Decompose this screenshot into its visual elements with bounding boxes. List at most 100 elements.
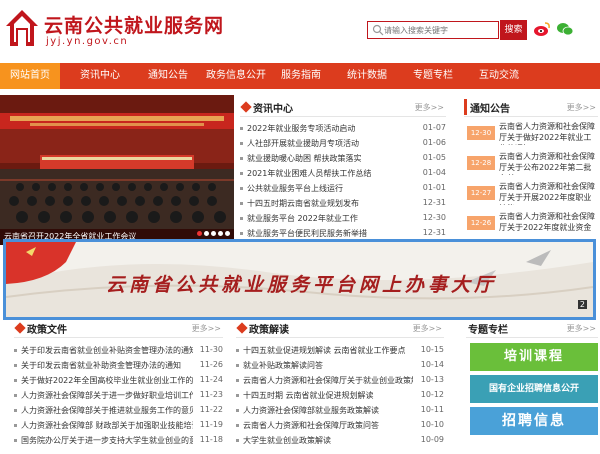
nav-item-guide[interactable]: 服务指南 bbox=[270, 63, 332, 89]
list-item-title[interactable]: 就业服务平台便民利民服务新举措 bbox=[247, 228, 412, 239]
notice-title[interactable]: 云南省人力资源和社会保障厅关于公布2022年第二批名单 bbox=[499, 151, 597, 175]
list-item[interactable]: 大学生就业创业政策解读 10-09 bbox=[236, 434, 444, 447]
news-more-link[interactable]: 更多>> bbox=[415, 102, 444, 113]
list-item-title[interactable]: 国务院办公厅关于进一步支持大学生就业创业的意见 bbox=[21, 435, 193, 446]
list-item-title[interactable]: 人力资源社会保障部就业服务政策解读 bbox=[243, 405, 413, 416]
online-service-banner[interactable]: 云南省公共就业服务平台网上办事大厅 2 bbox=[3, 239, 596, 320]
list-item-title[interactable]: 2021年就业困难人员帮扶工作总结 bbox=[247, 168, 412, 179]
list-item-date: 10-14 bbox=[420, 360, 444, 369]
list-item[interactable]: 人力资源社会保障部关于进一步做好职业培训工作 11-23 bbox=[14, 389, 223, 402]
list-item[interactable]: 就业援助暖心助困 帮扶政策落实 01-05 bbox=[240, 152, 446, 165]
notice-item[interactable]: 12-28 云南省人力资源和社会保障厅关于公布2022年第二批名单 bbox=[467, 150, 598, 180]
banner-page-number[interactable]: 2 bbox=[577, 300, 587, 309]
site-logo-icon[interactable] bbox=[4, 8, 40, 48]
list-item[interactable]: 关于做好2022年全国高校毕业生就业创业工作的通知 11-24 bbox=[14, 374, 223, 387]
list-item[interactable]: 人社部开展就业援助月专项活动 01-06 bbox=[240, 137, 446, 150]
list-item[interactable]: 就业补贴政策解读问答 10-14 bbox=[236, 359, 444, 372]
nav-item-gov-info[interactable]: 政务信息公开 bbox=[202, 63, 270, 89]
list-item-title[interactable]: 就业服务平台 2022年就业工作 bbox=[247, 213, 412, 224]
list-item[interactable]: 十四五时期 云南省就业促进规划解读 10-12 bbox=[236, 389, 444, 402]
policy-docs-more-link[interactable]: 更多>> bbox=[192, 323, 221, 334]
list-item[interactable]: 就业服务平台 2022年就业工作 12-30 bbox=[240, 212, 446, 225]
nav-item-notices[interactable]: 通知公告 bbox=[134, 63, 202, 89]
list-item[interactable]: 国务院办公厅关于进一步支持大学生就业创业的意见 11-18 bbox=[14, 434, 223, 447]
banner-title[interactable]: 云南省公共就业服务平台网上办事大厅 bbox=[106, 270, 497, 297]
list-item-title[interactable]: 人社部开展就业援助月专项活动 bbox=[247, 138, 412, 149]
list-item-title[interactable]: 人力资源社会保障部关于进一步做好职业培训工作 bbox=[21, 390, 193, 401]
search-input[interactable] bbox=[384, 23, 496, 37]
slide-dot[interactable] bbox=[204, 231, 209, 236]
list-item[interactable]: 人力资源社会保障部 财政部关于加强职业技能培训 11-19 bbox=[14, 419, 223, 432]
list-item[interactable]: 十四五时期云南省就业规划发布 12-31 bbox=[240, 197, 446, 210]
weibo-icon[interactable] bbox=[533, 20, 551, 38]
wechat-icon[interactable] bbox=[556, 20, 574, 38]
news-section-header: 资讯中心 更多>> bbox=[240, 99, 446, 117]
bullet-icon bbox=[236, 424, 239, 427]
bullet-icon bbox=[14, 424, 17, 427]
list-item[interactable]: 人力资源社会保障部关于推进就业服务工作的意见 11-22 bbox=[14, 404, 223, 417]
topics-more-link[interactable]: 更多>> bbox=[567, 323, 596, 334]
site-title[interactable]: 云南公共就业服务网 bbox=[44, 11, 224, 38]
list-item-title[interactable]: 人力资源社会保障部关于推进就业服务工作的意见 bbox=[21, 405, 193, 416]
list-item-date: 01-05 bbox=[422, 153, 446, 162]
notice-date: 12-28 bbox=[467, 156, 495, 170]
nav-item-interaction[interactable]: 互动交流 bbox=[466, 63, 532, 89]
list-item-title[interactable]: 公共就业服务平台上线运行 bbox=[247, 183, 412, 194]
slide-dot[interactable] bbox=[197, 231, 202, 236]
bullet-icon bbox=[240, 187, 243, 190]
topic-training-courses[interactable]: 培训课程 bbox=[470, 343, 598, 371]
slide-dot[interactable] bbox=[225, 231, 230, 236]
list-item-title[interactable]: 就业补贴政策解读问答 bbox=[243, 360, 413, 371]
search-box bbox=[367, 21, 499, 39]
list-item[interactable]: 关于印发云南省就业补助资金管理办法的通知 11-26 bbox=[14, 359, 223, 372]
list-item-title[interactable]: 云南省人力资源和社会保障厅关于就业创业政策解读 bbox=[243, 375, 413, 386]
nav-item-home[interactable]: 网站首页 bbox=[0, 63, 60, 89]
policy-docs-title: 政策文件 bbox=[27, 325, 67, 336]
notices-section-title: 通知公告 bbox=[470, 104, 510, 115]
list-item[interactable]: 2021年就业困难人员帮扶工作总结 01-04 bbox=[240, 167, 446, 180]
notice-title[interactable]: 云南省人力资源和社会保障厅关于2022年度就业资金 bbox=[499, 211, 597, 235]
list-item[interactable]: 人力资源社会保障部就业服务政策解读 10-11 bbox=[236, 404, 444, 417]
list-item-date: 10-13 bbox=[420, 375, 444, 384]
list-item[interactable]: 云南省人力资源和社会保障厅关于就业创业政策解读 10-13 bbox=[236, 374, 444, 387]
bullet-icon bbox=[236, 439, 239, 442]
notice-title[interactable]: 云南省人力资源和社会保障厅关于做好2022年就业工作的通知 bbox=[499, 121, 597, 145]
list-item-date: 01-01 bbox=[422, 183, 446, 192]
list-item-title[interactable]: 十四五时期云南省就业规划发布 bbox=[247, 198, 412, 209]
list-item-title[interactable]: 十四五时期 云南省就业促进规划解读 bbox=[243, 390, 413, 401]
bullet-icon bbox=[240, 127, 243, 130]
notice-title[interactable]: 云南省人力资源和社会保障厅关于开展2022年度职业技能 bbox=[499, 181, 597, 205]
list-item-title[interactable]: 就业援助暖心助困 帮扶政策落实 bbox=[247, 153, 412, 164]
list-item-title[interactable]: 关于印发云南省就业补助资金管理办法的通知 bbox=[21, 360, 193, 371]
nav-item-topics[interactable]: 专题专栏 bbox=[400, 63, 466, 89]
list-item-title[interactable]: 云南省人力资源和社会保障厅政策问答 bbox=[243, 420, 413, 431]
list-item-title[interactable]: 2022年就业服务专项活动启动 bbox=[247, 123, 412, 134]
list-item[interactable]: 云南省人力资源和社会保障厅政策问答 10-10 bbox=[236, 419, 444, 432]
news-list: 2022年就业服务专项活动启动 01-07 人社部开展就业援助月专项活动 01-06… bbox=[240, 122, 446, 242]
policy-reading-more-link[interactable]: 更多>> bbox=[413, 323, 442, 334]
notices-section-header: 通知公告 更多>> bbox=[464, 99, 598, 117]
notices-more-link[interactable]: 更多>> bbox=[567, 102, 596, 113]
list-item[interactable]: 2022年就业服务专项活动启动 01-07 bbox=[240, 122, 446, 135]
slide-dot[interactable] bbox=[218, 231, 223, 236]
list-item[interactable]: 关于印发云南省就业创业补贴资金管理办法的通知 11-30 bbox=[14, 344, 223, 357]
list-item[interactable]: 公共就业服务平台上线运行 01-01 bbox=[240, 182, 446, 195]
news-slideshow[interactable]: 云南省召开2022年全省就业工作会议 bbox=[0, 95, 234, 245]
list-item-title[interactable]: 关于做好2022年全国高校毕业生就业创业工作的通知 bbox=[21, 375, 193, 386]
topic-job-postings[interactable]: 招聘信息 bbox=[470, 407, 598, 435]
notice-item[interactable]: 12-27 云南省人力资源和社会保障厅关于开展2022年度职业技能 bbox=[467, 180, 598, 210]
slide-dot[interactable] bbox=[211, 231, 216, 236]
list-item-title[interactable]: 十四五就业促进规划解读 云南省就业工作要点 bbox=[243, 345, 413, 356]
nav-item-stats[interactable]: 统计数据 bbox=[334, 63, 400, 89]
notice-item[interactable]: 12-26 云南省人力资源和社会保障厅关于2022年度就业资金 bbox=[467, 210, 598, 240]
list-item-title[interactable]: 人力资源社会保障部 财政部关于加强职业技能培训 bbox=[21, 420, 193, 431]
list-item-title[interactable]: 大学生就业创业政策解读 bbox=[243, 435, 413, 446]
list-item-title[interactable]: 关于印发云南省就业创业补贴资金管理办法的通知 bbox=[21, 345, 193, 356]
list-item[interactable]: 十四五就业促进规划解读 云南省就业工作要点 10-15 bbox=[236, 344, 444, 357]
search-button[interactable]: 搜索 bbox=[500, 20, 527, 40]
search-icon bbox=[372, 24, 384, 36]
main-nav: 网站首页 资讯中心 通知公告 政务信息公开 服务指南 统计数据 专题专栏 互动交… bbox=[0, 63, 600, 89]
notice-item[interactable]: 12-30 云南省人力资源和社会保障厅关于做好2022年就业工作的通知 bbox=[467, 120, 598, 150]
nav-item-news[interactable]: 资讯中心 bbox=[66, 63, 134, 89]
topic-soe-recruitment[interactable]: 国有企业招聘信息公开 bbox=[470, 375, 598, 403]
